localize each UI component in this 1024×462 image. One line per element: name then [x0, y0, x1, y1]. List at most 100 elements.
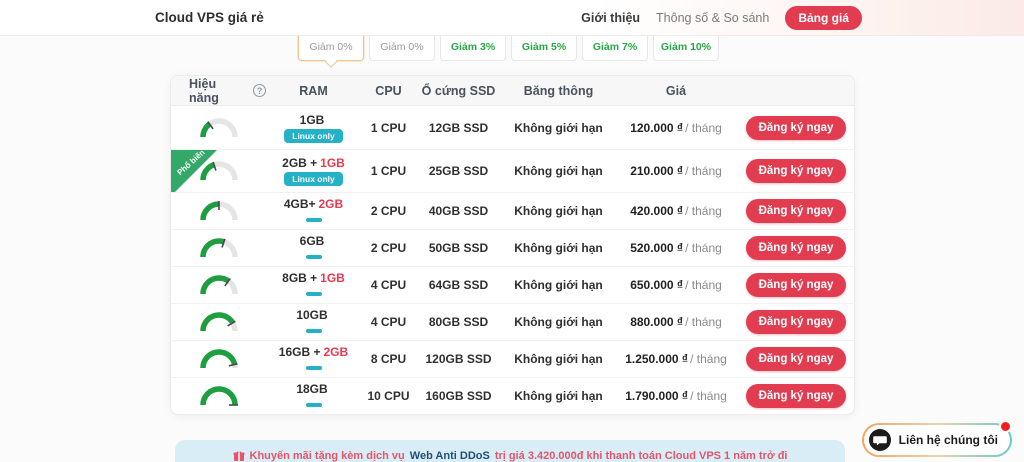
tab-discount: Giảm 0% — [370, 39, 434, 55]
price-cell: 520.000 ₫/ tháng — [616, 241, 736, 255]
linux-only-badge — [306, 329, 322, 333]
ram-cell: 10GB — [266, 308, 361, 336]
chat-label: Liên hệ chúng tôi — [899, 433, 998, 447]
bandwidth-cell: Không giới hạn — [501, 164, 616, 178]
ssd-cell: 120GB SSD — [416, 352, 501, 366]
bandwidth-cell: Không giới hạn — [501, 278, 616, 292]
ram-value: 4GB+2GB — [266, 197, 361, 211]
linux-only-badge — [306, 218, 322, 222]
performance-gauge-icon — [198, 120, 240, 134]
dang-ky-ngay-button[interactable]: Đăng ký ngay — [746, 116, 847, 140]
action-cell: Đăng ký ngay — [736, 273, 856, 297]
bang-gia-button[interactable]: Bảng giá — [785, 6, 862, 30]
ram-cell: 16GB +2GB — [266, 345, 361, 373]
ram-cell: 18GB — [266, 382, 361, 410]
dang-ky-ngay-button[interactable]: Đăng ký ngay — [746, 199, 847, 223]
bandwidth-cell: Không giới hạn — [501, 204, 616, 218]
ram-cell: 4GB+2GB — [266, 197, 361, 225]
dang-ky-ngay-button[interactable]: Đăng ký ngay — [746, 273, 847, 297]
cpu-cell: 4 CPU — [361, 315, 416, 329]
price-cell: 1.790.000 ₫/ tháng — [616, 389, 736, 403]
price-cell: 210.000 ₫/ tháng — [616, 164, 736, 178]
dang-ky-ngay-button[interactable]: Đăng ký ngay — [746, 236, 847, 260]
ram-value: 2GB +1GB — [266, 156, 361, 170]
linux-only-badge: Linux only — [284, 172, 343, 186]
table-row: 4GB+2GB 2 CPU 40GB SSD Không giới hạn 42… — [171, 192, 854, 229]
ram-cell: 2GB +1GB Linux only — [266, 156, 361, 186]
action-cell: Đăng ký ngay — [736, 199, 856, 223]
table-row: 18GB 10 CPU 160GB SSD Không giới hạn 1.7… — [171, 377, 854, 414]
price-cell: 880.000 ₫/ tháng — [616, 315, 736, 329]
currency-symbol: ₫ — [677, 204, 683, 218]
chat-pill: Liên hệ chúng tôi — [864, 425, 1010, 455]
column-bang-thong: Băng thông — [501, 84, 616, 98]
tab-discount: Giảm 0% — [299, 39, 363, 55]
dang-ky-ngay-button[interactable]: Đăng ký ngay — [746, 310, 847, 334]
price-cell: 120.000 ₫/ tháng — [616, 121, 736, 135]
table-row: 10GB 4 CPU 80GB SSD Không giới hạn 880.0… — [171, 303, 854, 340]
bandwidth-cell: Không giới hạn — [501, 389, 616, 403]
price-value: 120.000 — [630, 121, 673, 135]
ram-bonus: 2GB — [324, 345, 349, 359]
contact-chat-widget[interactable]: Liên hệ chúng tôi — [862, 423, 1012, 457]
nav-thong-so-so-sanh[interactable]: Thông số & So sánh — [656, 11, 769, 25]
linux-only-badge — [306, 403, 322, 407]
pricing-table: Hiệu năng ? RAM CPU Ổ cứng SSD Băng thôn… — [170, 75, 855, 415]
nav-gioi-thieu[interactable]: Giới thiệu — [581, 11, 640, 25]
tab-discount: Giảm 7% — [583, 39, 647, 55]
price-value: 210.000 — [630, 164, 673, 178]
table-row: 1GB Linux only 1 CPU 12GB SSD Không giới… — [171, 106, 854, 149]
performance-gauge-icon — [198, 351, 240, 365]
column-ram: RAM — [266, 84, 361, 98]
currency-symbol: ₫ — [677, 121, 683, 135]
column-label: Hiệu năng — [189, 77, 248, 105]
currency-symbol: ₫ — [682, 389, 688, 403]
active-tab-caret — [325, 55, 338, 68]
ram-value: 6GB — [266, 234, 361, 248]
performance-gauge-icon — [198, 163, 240, 177]
price-value: 520.000 — [630, 241, 673, 255]
promo-prefix: Khuyến mãi tặng kèm dịch vụ — [250, 450, 405, 462]
performance-cell — [171, 115, 266, 141]
ssd-cell: 25GB SSD — [416, 164, 501, 178]
top-bar: Cloud VPS giá rẻ Giới thiệu Thông số & S… — [0, 0, 1024, 36]
performance-cell — [171, 235, 266, 261]
currency-symbol: ₫ — [677, 278, 683, 292]
price-cell: 650.000 ₫/ tháng — [616, 278, 736, 292]
dang-ky-ngay-button[interactable]: Đăng ký ngay — [746, 159, 847, 183]
action-cell: Đăng ký ngay — [736, 384, 856, 408]
ssd-cell: 50GB SSD — [416, 241, 501, 255]
dang-ky-ngay-button[interactable]: Đăng ký ngay — [746, 384, 847, 408]
ssd-cell: 40GB SSD — [416, 204, 501, 218]
help-icon[interactable]: ? — [253, 84, 266, 97]
action-cell: Đăng ký ngay — [736, 347, 856, 371]
tab-discount: Giảm 10% — [654, 39, 718, 55]
bandwidth-cell: Không giới hạn — [501, 315, 616, 329]
chat-gradient-border: Liên hệ chúng tôi — [862, 423, 1012, 457]
ram-bonus: 1GB — [320, 156, 345, 170]
tab-discount: Giảm 3% — [441, 39, 505, 55]
ram-bonus: 2GB — [319, 197, 344, 211]
ssd-cell: 64GB SSD — [416, 278, 501, 292]
price-value: 1.250.000 — [625, 352, 678, 366]
performance-gauge-icon — [198, 314, 240, 328]
performance-cell — [171, 198, 266, 224]
action-cell: Đăng ký ngay — [736, 236, 856, 260]
performance-cell — [171, 346, 266, 372]
currency-symbol: ₫ — [682, 352, 688, 366]
price-cell: 1.250.000 ₫/ tháng — [616, 352, 736, 366]
price-value: 650.000 — [630, 278, 673, 292]
linux-only-badge — [306, 366, 322, 370]
ram-value: 10GB — [266, 308, 361, 322]
page: Cloud VPS giá rẻ Giới thiệu Thông số & S… — [0, 0, 1024, 462]
ram-cell: 1GB Linux only — [266, 113, 361, 143]
cpu-cell: 1 CPU — [361, 164, 416, 178]
performance-cell — [171, 272, 266, 298]
column-gia: Giá — [616, 84, 736, 98]
performance-gauge-icon — [198, 240, 240, 254]
table-row: 16GB +2GB 8 CPU 120GB SSD Không giới hạn… — [171, 340, 854, 377]
dang-ky-ngay-button[interactable]: Đăng ký ngay — [746, 347, 847, 371]
bandwidth-cell: Không giới hạn — [501, 352, 616, 366]
tab-discount: Giảm 5% — [512, 39, 576, 55]
price-cell: 420.000 ₫/ tháng — [616, 204, 736, 218]
